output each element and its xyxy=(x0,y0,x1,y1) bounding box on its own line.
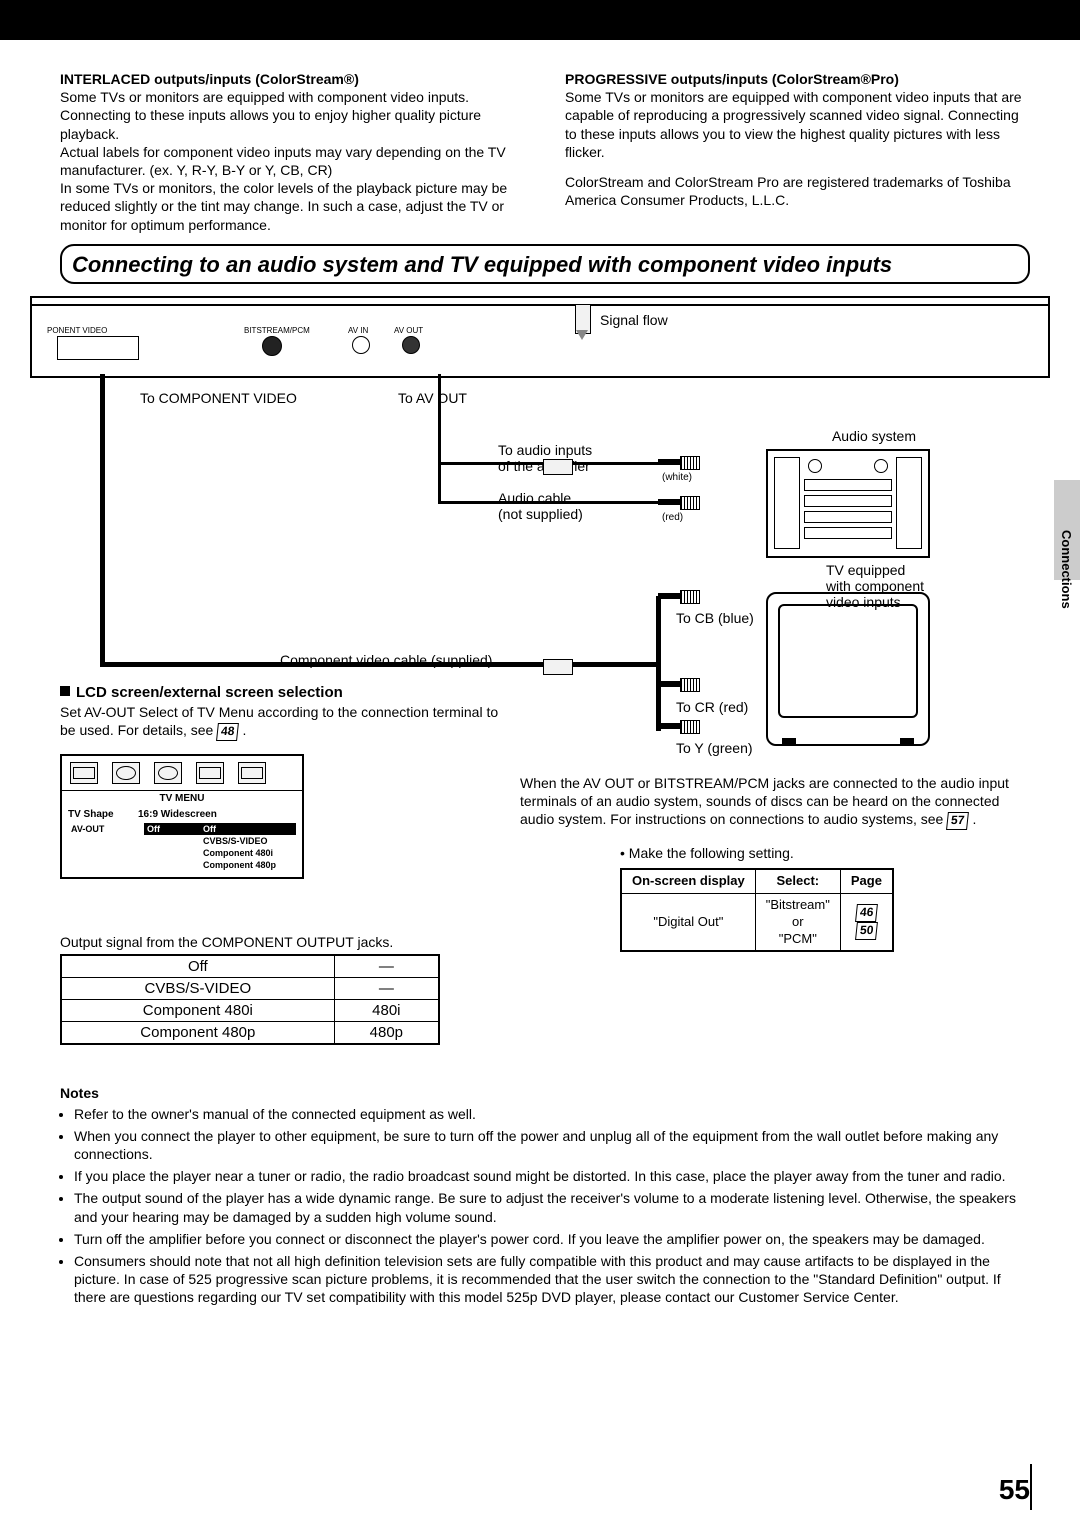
lcd-section-period: . xyxy=(242,722,246,738)
bitstream-port xyxy=(262,336,282,356)
menu-opt-2: Component 480i xyxy=(200,847,296,859)
output-caption: Output signal from the COMPONENT OUTPUT … xyxy=(60,934,1030,950)
menu-opt-3: Component 480p xyxy=(200,859,296,871)
port-label-avin: AV IN xyxy=(348,326,368,335)
menu-off-col: Off xyxy=(200,823,296,835)
progressive-heading: PROGRESSIVE outputs/inputs (ColorStream®… xyxy=(565,70,1030,88)
ot-r3c1: Component 480i xyxy=(61,999,334,1021)
lcd-section-text: Set AV-OUT Select of TV Menu according t… xyxy=(60,704,498,738)
ot-r2c1: CVBS/S-VIDEO xyxy=(61,977,334,999)
notes-list: Refer to the owner's manual of the conne… xyxy=(60,1105,1030,1307)
note-item: The output sound of the player has a wid… xyxy=(74,1189,1030,1225)
flow-arrow-tv xyxy=(543,659,573,675)
audio-paragraph-block: When the AV OUT or BITSTREAM/PCM jacks a… xyxy=(520,774,1030,953)
interlaced-heading: INTERLACED outputs/inputs (ColorStream®) xyxy=(60,70,525,88)
cb-label: To CB (blue) xyxy=(676,610,754,626)
port-label-component: PONENT VIDEO xyxy=(47,326,107,335)
ot-r2c2: — xyxy=(334,977,439,999)
page-ref-48: 48 xyxy=(216,723,239,741)
note-item: Turn off the amplifier before you connec… xyxy=(74,1230,1030,1248)
tv-menu-title: TV MENU xyxy=(62,790,302,806)
ot-r1c2: — xyxy=(334,955,439,978)
av-out-port xyxy=(402,336,420,354)
to-component-label: To COMPONENT VIDEO xyxy=(140,390,297,406)
component-cable-label: Component video cable (supplied) xyxy=(280,652,492,668)
ot-r3c2: 480i xyxy=(334,999,439,1021)
rca-plug-red xyxy=(658,496,708,508)
menu-key-avout: AV-OUT xyxy=(68,823,144,835)
page-ref-57: 57 xyxy=(946,812,969,830)
menu-val-shape: 16:9 Widescreen xyxy=(138,809,296,820)
tv-illustration xyxy=(766,592,930,746)
rca-plug-cr xyxy=(658,678,708,690)
flow-arrow-amplifier xyxy=(543,459,573,475)
interlaced-text: Some TVs or monitors are equipped with c… xyxy=(60,88,525,234)
st-h3: Page xyxy=(840,869,893,893)
page-ref-46: 46 xyxy=(855,904,878,922)
audio-cable-label: Audio cable (not supplied) xyxy=(498,490,583,522)
port-label-bitstream: BITSTREAM/PCM xyxy=(244,326,310,335)
av-in-port xyxy=(352,336,370,354)
note-item: Refer to the owner's manual of the conne… xyxy=(74,1105,1030,1123)
menu-key-shape: TV Shape xyxy=(68,809,138,820)
menu-tab-icon xyxy=(70,762,98,784)
section-title-box: Connecting to an audio system and TV equ… xyxy=(60,244,1030,284)
port-label-avout: AV OUT xyxy=(394,326,423,335)
ot-r4c2: 480p xyxy=(334,1021,439,1044)
tv-menu-illustration: TV MENU TV Shape 16:9 Widescreen AV-OUT … xyxy=(60,754,304,879)
section-title: Connecting to an audio system and TV equ… xyxy=(72,252,892,277)
progressive-text-2: ColorStream and ColorStream Pro are regi… xyxy=(565,173,1030,209)
ot-r1c1: Off xyxy=(61,955,334,978)
ot-r4c1: Component 480p xyxy=(61,1021,334,1044)
note-item: Consumers should note that not all high … xyxy=(74,1252,1030,1307)
st-h1: On-screen display xyxy=(621,869,755,893)
st-h2: Select: xyxy=(755,869,840,893)
setting-intro: • Make the following setting. xyxy=(620,844,1030,862)
menu-tab-icon xyxy=(196,762,224,784)
notes-heading: Notes xyxy=(60,1085,1030,1101)
rca-plug-cb xyxy=(658,590,708,602)
rca-plug-y xyxy=(658,720,708,732)
output-table: Off— CVBS/S-VIDEO— Component 480i480i Co… xyxy=(60,954,440,1045)
lcd-section-heading: LCD screen/external screen selection xyxy=(60,684,500,701)
player-device: PONENT VIDEO BITSTREAM/PCM AV IN AV OUT xyxy=(30,304,1050,378)
rca-plug-white xyxy=(658,456,708,468)
top-black-bar xyxy=(0,0,1080,40)
audio-system-label: Audio system xyxy=(832,428,916,444)
audio-system-illustration xyxy=(766,449,930,558)
menu-tab-icon xyxy=(238,762,266,784)
component-video-port xyxy=(57,336,139,360)
page-number: 55 xyxy=(999,1474,1030,1506)
menu-tab-icon xyxy=(154,762,182,784)
bullet-square-icon xyxy=(60,686,70,696)
connection-diagram: PONENT VIDEO BITSTREAM/PCM AV IN AV OUT … xyxy=(60,284,1030,924)
lcd-selection-block: LCD screen/external screen selection Set… xyxy=(60,684,500,880)
plug-red-label: (red) xyxy=(662,512,683,523)
signal-flow-label: Signal flow xyxy=(600,312,668,328)
plug-white-label: (white) xyxy=(662,472,692,483)
menu-opt-1: CVBS/S-VIDEO xyxy=(200,835,296,847)
cr-label: To CR (red) xyxy=(676,699,748,715)
menu-avout-table: AV-OUT Off Off CVBS/S-VIDEO Component 48… xyxy=(68,823,296,871)
to-avout-label: To AV OUT xyxy=(398,390,467,406)
intro-columns: INTERLACED outputs/inputs (ColorStream®)… xyxy=(60,70,1030,234)
note-item: When you connect the player to other equ… xyxy=(74,1127,1030,1163)
audio-paragraph: When the AV OUT or BITSTREAM/PCM jacks a… xyxy=(520,775,1009,827)
progressive-text-1: Some TVs or monitors are equipped with c… xyxy=(565,88,1030,161)
signal-arrow-head-icon xyxy=(576,330,588,340)
menu-off-sel: Off xyxy=(144,823,200,835)
y-label: To Y (green) xyxy=(676,740,753,756)
menu-tab-icon xyxy=(112,762,140,784)
note-item: If you place the player near a tuner or … xyxy=(74,1167,1030,1185)
